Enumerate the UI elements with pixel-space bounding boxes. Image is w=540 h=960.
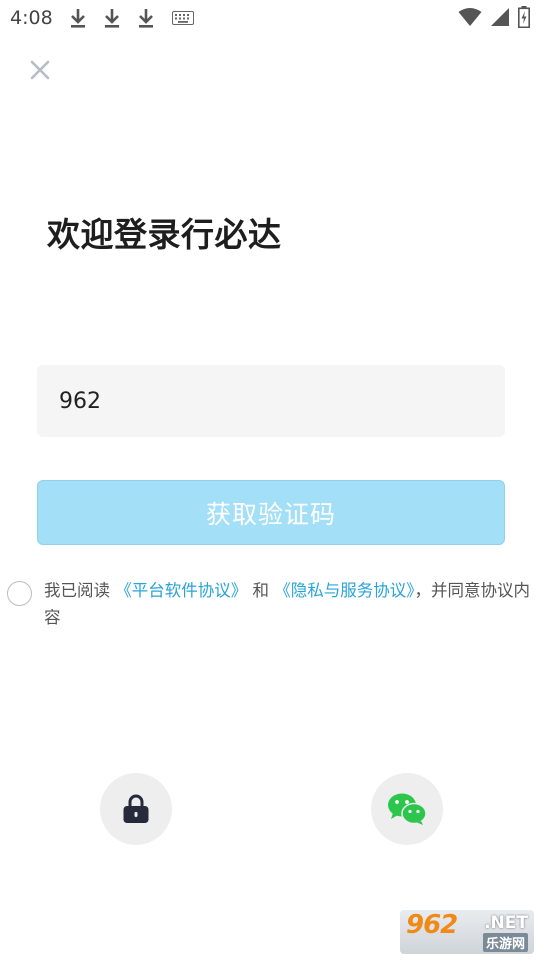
get-code-button[interactable]: 获取验证码 (37, 480, 505, 545)
cell-signal-icon (491, 8, 509, 26)
watermark-brand: 962 (406, 910, 458, 940)
wifi-icon (458, 8, 482, 26)
phone-input[interactable] (37, 365, 505, 437)
watermark-domain: .NET (484, 913, 528, 933)
close-icon (30, 60, 50, 80)
download-icon (105, 9, 119, 28)
agreement-text: 我已阅读 《平台软件协议》 和 《隐私与服务协议》，并同意协议内容 (44, 577, 540, 631)
download-icon (139, 9, 153, 28)
notification-icons (68, 7, 194, 29)
lock-icon (123, 794, 149, 823)
battery-charging-icon (518, 6, 530, 28)
watermark-logo: 962 .NET 乐游网 (400, 910, 534, 954)
watermark-site: 乐游网 (482, 933, 528, 952)
platform-agreement-link[interactable]: 《平台软件协议》 (115, 581, 247, 600)
password-login-button[interactable] (100, 773, 172, 845)
agree-checkbox[interactable] (7, 581, 32, 606)
wechat-login-button[interactable] (371, 773, 443, 845)
status-time: 4:08 (10, 7, 53, 29)
privacy-agreement-link[interactable]: 《隐私与服务协议》 (274, 581, 414, 600)
close-button[interactable] (26, 56, 54, 84)
download-icon (71, 9, 85, 28)
page-title: 欢迎登录行必达 (47, 215, 282, 254)
system-icons (458, 6, 530, 28)
keyboard-icon (172, 11, 194, 25)
agreement-and: 和 (247, 581, 275, 600)
agreement-prefix: 我已阅读 (44, 581, 116, 600)
status-bar: 4:08 (0, 0, 540, 36)
wechat-icon (388, 793, 427, 825)
